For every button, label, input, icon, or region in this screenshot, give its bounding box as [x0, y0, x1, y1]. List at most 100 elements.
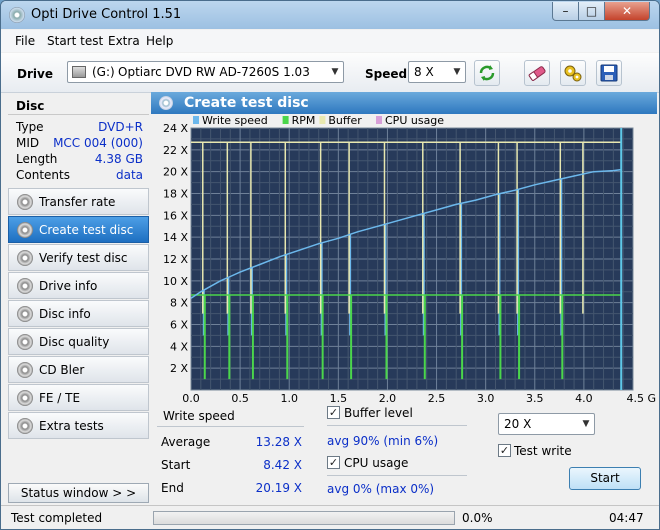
progress-bar [153, 511, 455, 525]
nav-fe-te[interactable]: FE / TE [8, 384, 149, 411]
separator [327, 425, 467, 426]
menu-bar: File Start test Extra Help [1, 30, 659, 52]
chevron-down-icon: ▼ [453, 67, 461, 77]
nav-verify-test-disc[interactable]: Verify test disc [8, 244, 149, 271]
cpu-usage-checkbox[interactable]: ✓ [327, 456, 340, 469]
disc-key: Type [16, 120, 44, 134]
x-tick-label: 3.0 [477, 392, 495, 405]
minimize-button[interactable]: – [552, 2, 579, 21]
y-tick-label: 12 X [163, 253, 188, 266]
window-title: Opti Drive Control 1.51 [31, 7, 182, 22]
average-label: Average [161, 435, 211, 449]
menu-file[interactable]: File [15, 34, 35, 48]
test-write-checkbox[interactable]: ✓ [498, 444, 511, 457]
status-text: Test completed [11, 511, 103, 525]
nav-label: Transfer rate [39, 195, 116, 209]
disc-row-length: Length 4.38 GB [16, 152, 147, 168]
floppy-disk-icon [600, 64, 618, 82]
refresh-button[interactable] [474, 60, 500, 86]
y-tick-label: 18 X [163, 188, 188, 201]
y-tick-label: 22 X [163, 144, 188, 157]
buffer-level-checkbox[interactable]: ✓ [327, 406, 340, 419]
close-button[interactable]: ✕ [604, 2, 650, 21]
nav-label: Disc quality [39, 335, 110, 349]
speed-select[interactable]: 8 X ▼ [408, 61, 466, 83]
elapsed-time: 04:47 [609, 511, 644, 525]
buffer-level-value: avg 90% (min 6%) [327, 434, 439, 448]
nav-label: Drive info [39, 279, 98, 293]
speed-value: 8 X [414, 65, 434, 79]
nav-create-test-disc[interactable]: Create test disc [8, 216, 149, 243]
disc-icon [17, 362, 33, 378]
nav-label: FE / TE [39, 391, 81, 405]
buffer-level-label: Buffer level [344, 406, 413, 420]
drive-icon [72, 66, 86, 78]
start-value: 8.42 X [263, 458, 302, 472]
start-label: Start [161, 458, 191, 472]
gears-icon [564, 65, 582, 82]
nav-label: Create test disc [39, 223, 134, 237]
cpu-usage-label: CPU usage [344, 456, 409, 470]
x-tick-label: 0.0 [182, 392, 200, 405]
y-tick-label: 6 X [170, 319, 188, 332]
legend-label: Buffer [328, 114, 362, 127]
menu-start-test[interactable]: Start test [47, 34, 103, 48]
start-button[interactable]: Start [569, 467, 641, 490]
x-tick-label: 2.5 [428, 392, 446, 405]
nav-label: Verify test disc [39, 251, 128, 265]
write-speed-select-value: 20 X [504, 417, 532, 431]
drive-value: Optiarc DVD RW AD-7260S 1.03 [118, 65, 310, 79]
cpu-usage-value: avg 0% (max 0%) [327, 482, 435, 496]
x-tick-label: 0.5 [231, 392, 249, 405]
legend-swatch [193, 116, 199, 124]
disc-icon [17, 194, 33, 210]
disc-icon [17, 250, 33, 266]
menu-extra[interactable]: Extra [108, 34, 140, 48]
status-bar: Test completed 0.0% 04:47 [1, 505, 659, 529]
drive-select[interactable]: (G:) Optiarc DVD RW AD-7260S 1.03 ▼ [67, 61, 344, 83]
write-speed-chart: 2 X 4 X 6 X 8 X 10 X 12 X 14 X 16 X 18 X 20 X 22 X… [151, 114, 657, 406]
write-speed-heading: Write speed [163, 409, 235, 423]
disc-key: Contents [16, 168, 70, 182]
toolbar: Drive (G:) Optiarc DVD RW AD-7260S 1.03 … [1, 53, 659, 93]
legend-swatch [282, 116, 289, 124]
x-tick-label: 1.0 [280, 392, 298, 405]
nav-extra-tests[interactable]: Extra tests [8, 412, 149, 439]
disc-icon [17, 418, 33, 434]
nav-cd-bler[interactable]: CD Bler [8, 356, 149, 383]
panel-title: Create test disc [184, 95, 309, 111]
x-tick-label: 3.5 [526, 392, 544, 405]
nav-disc-quality[interactable]: Disc quality [8, 328, 149, 355]
average-value: 13.28 X [255, 435, 302, 449]
maximize-button[interactable]: □ [578, 2, 605, 21]
y-tick-label: 8 X [170, 297, 188, 310]
y-tick-label: 2 X [170, 362, 188, 375]
disc-icon [17, 334, 33, 350]
erase-button[interactable] [524, 60, 550, 86]
legend-label: RPM [292, 114, 316, 127]
panel-header: Create test disc [151, 92, 657, 114]
refresh-icon [479, 65, 495, 81]
app-disc-icon [9, 7, 25, 23]
nav-label: Disc info [39, 307, 91, 321]
save-button[interactable] [596, 60, 622, 86]
nav-transfer-rate[interactable]: Transfer rate [8, 188, 149, 215]
disc-row-mid: MID MCC 004 (000) [16, 136, 147, 152]
status-window-button[interactable]: Status window > > [8, 483, 149, 503]
y-tick-label: 20 X [163, 166, 188, 179]
disc-row-type: Type DVD+R [16, 120, 147, 136]
x-tick-label: 2.0 [379, 392, 397, 405]
nav-drive-info[interactable]: Drive info [8, 272, 149, 299]
y-tick-label: 24 X [163, 122, 188, 135]
disc-row-contents: Contents data [16, 168, 147, 184]
x-tick-label: 1.5 [330, 392, 348, 405]
chevron-down-icon: ▼ [582, 419, 590, 429]
write-speed-select[interactable]: 20 X ▼ [498, 413, 595, 435]
settings-button[interactable] [560, 60, 586, 86]
speed-label: Speed [365, 67, 408, 81]
drive-label: Drive [17, 67, 53, 81]
nav-disc-info[interactable]: Disc info [8, 300, 149, 327]
app-window: Opti Drive Control 1.51 – □ ✕ File Start… [0, 0, 660, 530]
menu-help[interactable]: Help [146, 34, 173, 48]
disc-icon [17, 306, 33, 322]
